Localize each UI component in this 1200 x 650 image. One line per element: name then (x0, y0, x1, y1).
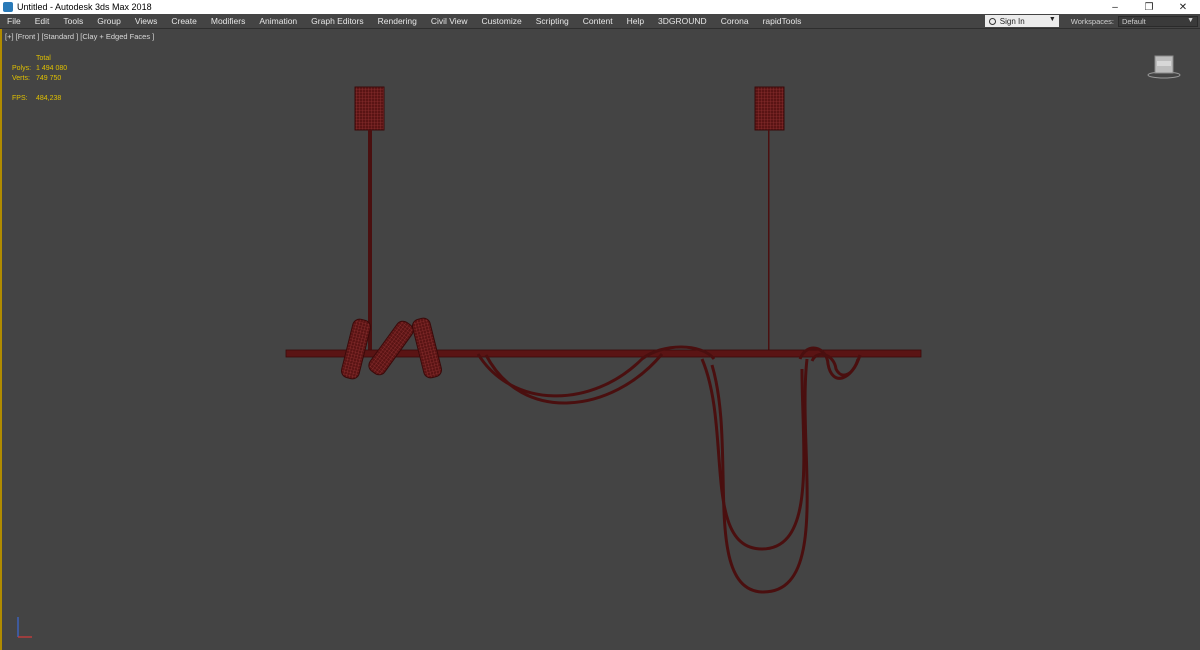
close-icon[interactable]: ✕ (1166, 0, 1200, 14)
sign-in-label: Sign In (999, 16, 1025, 26)
workspaces-value: Default (1122, 16, 1146, 26)
menu-3dground[interactable]: 3DGROUND (651, 16, 714, 26)
menu-edit[interactable]: Edit (28, 16, 57, 26)
sign-in-button[interactable]: Sign In ▼ (984, 15, 1059, 27)
menu-rendering[interactable]: Rendering (371, 16, 424, 26)
menu-create[interactable]: Create (164, 16, 204, 26)
workspaces-select[interactable]: Default ▼ (1118, 15, 1198, 27)
menu-civil-view[interactable]: Civil View (424, 16, 475, 26)
stats-polys-value: 1 494 080 (36, 65, 68, 72)
menu-views[interactable]: Views (128, 16, 165, 26)
menu-file[interactable]: File (0, 16, 28, 26)
menu-scripting[interactable]: Scripting (529, 16, 576, 26)
menu-customize[interactable]: Customize (475, 16, 529, 26)
title-bar: Untitled - Autodesk 3ds Max 2018 – ❐ ✕ (0, 0, 1200, 14)
chevron-down-icon: ▼ (1187, 16, 1194, 24)
menu-bar: File Edit Tools Group Views Create Modif… (0, 14, 1200, 29)
menu-group[interactable]: Group (90, 16, 128, 26)
3dsmax-icon (3, 2, 13, 12)
menu-help[interactable]: Help (620, 16, 651, 26)
workspaces-label: Workspaces: (1070, 16, 1114, 26)
user-icon (988, 17, 996, 25)
viewport-label[interactable]: [+] [Front ] [Standard ] [Clay + Edged F… (5, 32, 154, 41)
stats-fps-label: FPS: (12, 95, 28, 102)
left-canopy[interactable] (354, 86, 385, 356)
menu-corona[interactable]: Corona (714, 16, 756, 26)
menu-rapidtools[interactable]: rapidTools (756, 16, 809, 26)
minimize-icon[interactable]: – (1098, 0, 1132, 14)
cable-loops[interactable] (476, 345, 862, 594)
stats-verts-label: Verts: (12, 75, 30, 82)
stats-fps-value: 484,238 (36, 95, 62, 102)
menu-content[interactable]: Content (576, 16, 620, 26)
scene-statistics: Total Polys: 1 494 080 Verts: 749 750 FPS:… (12, 54, 67, 104)
menu-tools[interactable]: Tools (56, 16, 90, 26)
window-controls: – ❐ ✕ (1098, 0, 1200, 14)
viewcube-icon[interactable] (1146, 53, 1182, 79)
front-viewport[interactable]: [+] [Front ] [Standard ] [Clay + Edged F… (0, 29, 1200, 650)
window-title: Untitled - Autodesk 3ds Max 2018 (17, 2, 152, 12)
menu-modifiers[interactable]: Modifiers (204, 16, 252, 26)
scene-canvas[interactable] (2, 29, 1200, 650)
axis-tripod-icon (17, 617, 32, 638)
stats-polys-label: Polys: (12, 65, 32, 72)
menu-graph-editors[interactable]: Graph Editors (304, 16, 370, 26)
right-canopy[interactable] (754, 86, 785, 350)
menu-animation[interactable]: Animation (252, 16, 304, 26)
stats-total-label: Total (36, 55, 51, 62)
chevron-down-icon: ▼ (1048, 16, 1056, 23)
restore-icon[interactable]: ❐ (1132, 0, 1166, 14)
lamp-shades[interactable] (340, 317, 443, 381)
stats-verts-value: 749 750 (36, 75, 62, 82)
